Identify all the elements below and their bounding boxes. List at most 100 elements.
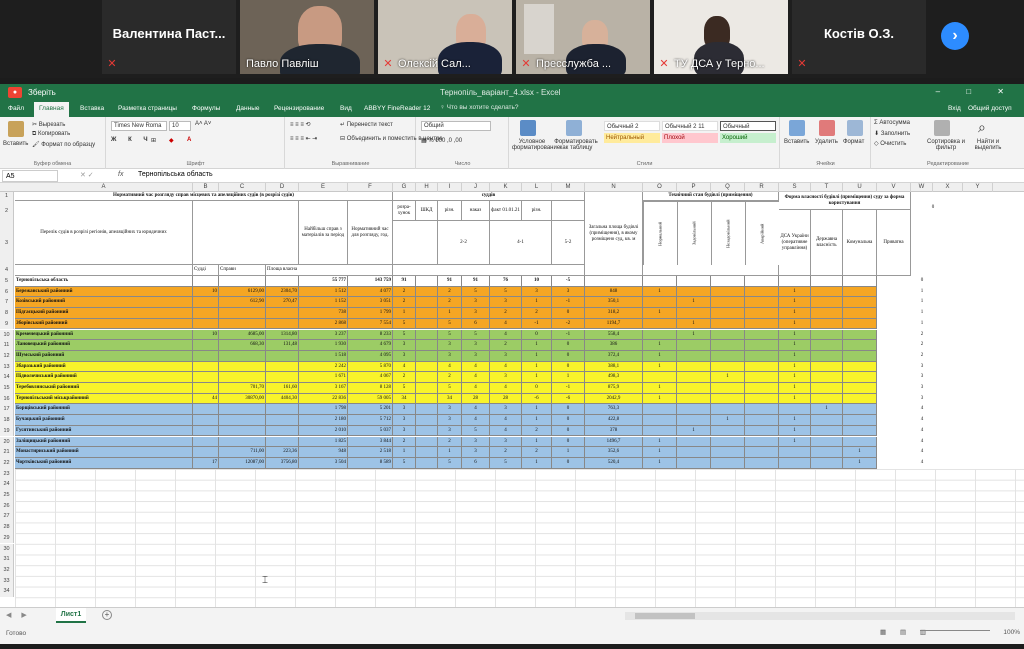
cell-f14[interactable]: 4 067 xyxy=(348,372,393,383)
cell-r11[interactable] xyxy=(745,340,779,351)
align-left-icons[interactable]: ≡ ≡ ≡ ⇤ ⇥ xyxy=(290,135,317,142)
fill-button[interactable]: ⬇ Заполнить xyxy=(874,130,910,137)
cancel-confirm-icons[interactable]: ✕ ✓ xyxy=(80,171,94,179)
cell-h10[interactable] xyxy=(416,329,438,341)
table-row[interactable]: Лановецький районний 668,30 131,48 1 930 4 6… xyxy=(15,340,923,351)
share-button[interactable]: Общий доступ xyxy=(968,105,1012,112)
cell-o8[interactable]: 1 xyxy=(643,308,677,319)
cell-r21[interactable] xyxy=(745,447,779,458)
style-neutral[interactable]: Нейтральный xyxy=(604,133,660,143)
cell-a18[interactable]: Бучацький районний xyxy=(15,415,193,426)
delete-cells-icon[interactable] xyxy=(819,120,835,136)
cell-j21[interactable]: 3 xyxy=(462,447,490,458)
style-normal[interactable]: Обычный xyxy=(720,121,776,131)
cell-f16[interactable]: 59 005 xyxy=(348,393,393,405)
cell-n21[interactable]: 352,6 xyxy=(585,447,643,458)
cell-e22[interactable]: 3 504 xyxy=(299,457,348,469)
cell-i17[interactable]: 3 xyxy=(438,404,462,416)
window-controls[interactable]: – □ ✕ xyxy=(936,87,1016,96)
cell-w21[interactable]: 4 xyxy=(911,447,933,458)
table-row[interactable]: Заліщицький районний 1 825 3 844 2 2 3 3 1 0 1496… xyxy=(15,436,923,448)
cell-u14[interactable] xyxy=(843,372,877,383)
cell-o10[interactable] xyxy=(643,329,677,341)
cell-q14[interactable]: 1 xyxy=(711,372,745,383)
cell-r18[interactable] xyxy=(745,415,779,426)
cell-k19[interactable]: 4 xyxy=(490,425,522,437)
cell-k11[interactable]: 2 xyxy=(490,340,522,351)
cell-m20[interactable]: 0 xyxy=(552,436,585,448)
table-row[interactable]: Козівський районний 612,90 270,47 1 152 3 05… xyxy=(15,297,923,309)
cell-p18[interactable] xyxy=(677,415,711,426)
cell-d21[interactable]: 223,36 xyxy=(266,447,299,458)
row-header-29[interactable]: 29 xyxy=(0,532,14,544)
cell-u5[interactable] xyxy=(843,276,877,287)
cell-q22[interactable] xyxy=(711,457,745,469)
cell-j10[interactable]: 5 xyxy=(462,329,490,341)
cell-i21[interactable]: 1 xyxy=(438,447,462,458)
cell-b6[interactable]: 10 xyxy=(193,286,219,298)
zoom-slider[interactable] xyxy=(920,630,990,631)
table-row[interactable]: Шумський районний 1 518 4 095 3 3 3 3 1 0 372,4 1 1… xyxy=(15,350,923,362)
cell-f13[interactable]: 5 870 xyxy=(348,361,393,373)
table-row[interactable]: Збаразький районний 2 242 5 870 4 4 4 4 1 0 388,1… xyxy=(15,361,923,373)
cell-t18[interactable] xyxy=(811,415,843,426)
cell-b22[interactable]: 17 xyxy=(193,457,219,469)
cell-s9[interactable]: 1 xyxy=(779,318,811,330)
cell-m10[interactable]: -1 xyxy=(552,329,585,341)
cell-t5[interactable] xyxy=(811,276,843,287)
horizontal-scrollbar[interactable] xyxy=(625,612,1015,620)
cell-w15[interactable]: 3 xyxy=(911,383,933,394)
cell-d13[interactable] xyxy=(266,361,299,373)
cell-w13[interactable]: 3 xyxy=(911,362,933,373)
cell-s21[interactable] xyxy=(779,447,811,458)
cell-a20[interactable]: Заліщицький районний xyxy=(15,436,193,448)
cell-w11[interactable]: 2 xyxy=(911,340,933,351)
cell-b11[interactable] xyxy=(193,340,219,351)
cell-j8[interactable]: 3 xyxy=(462,308,490,319)
table-row[interactable]: Борщівський районний 1 798 5 201 3 3 4 3 1 0 763,… xyxy=(15,404,923,416)
cell-i13[interactable]: 4 xyxy=(438,361,462,373)
cell-u17[interactable] xyxy=(843,404,877,416)
cell-f7[interactable]: 3 051 xyxy=(348,297,393,309)
row-header-17[interactable]: 17 xyxy=(0,404,14,416)
cell-b16[interactable]: 44 xyxy=(193,393,219,405)
cell-f17[interactable]: 5 201 xyxy=(348,404,393,416)
cell-h13[interactable] xyxy=(416,361,438,373)
cell-w10[interactable]: 2 xyxy=(911,330,933,341)
column-header-i[interactable]: I xyxy=(438,183,462,192)
conditional-format-icon[interactable] xyxy=(520,120,536,136)
cell-m13[interactable]: 0 xyxy=(552,361,585,373)
cell-r14[interactable] xyxy=(745,372,779,383)
cell-a22[interactable]: Чортківський районний xyxy=(15,457,193,469)
cell-o5[interactable] xyxy=(643,276,677,287)
cut-button[interactable]: ✂ Вырезать xyxy=(32,121,65,128)
style-normal-2[interactable]: Обычный 2 xyxy=(604,121,660,131)
cell-g7[interactable]: 2 xyxy=(393,297,416,309)
column-header-q[interactable]: Q xyxy=(711,183,745,192)
row-header-27[interactable]: 27 xyxy=(0,511,14,523)
cell-b12[interactable] xyxy=(193,350,219,362)
cell-b14[interactable] xyxy=(193,372,219,383)
cell-c18[interactable] xyxy=(219,415,266,426)
cell-w18[interactable]: 4 xyxy=(911,415,933,426)
cell-m17[interactable]: 0 xyxy=(552,404,585,416)
cell-m18[interactable]: 0 xyxy=(552,415,585,426)
cell-b13[interactable] xyxy=(193,361,219,373)
cell-d18[interactable] xyxy=(266,415,299,426)
cell-k9[interactable]: 4 xyxy=(490,318,522,330)
table-row[interactable]: Бережанський районний 10 6129,00 2304,70 1 5… xyxy=(15,286,923,298)
cell-h21[interactable] xyxy=(416,447,438,458)
tab-review[interactable]: Рецензирование xyxy=(274,105,324,112)
cell-h18[interactable] xyxy=(416,415,438,426)
cell-p19[interactable]: 1 xyxy=(677,425,711,437)
cell-w16[interactable]: 3 xyxy=(911,394,933,405)
column-header-y[interactable]: Y xyxy=(963,183,993,192)
cell-m5[interactable]: -5 xyxy=(552,276,585,287)
cell-d5[interactable] xyxy=(266,276,299,287)
font-name-select[interactable]: Times New Roma xyxy=(111,121,167,131)
cell-q6[interactable] xyxy=(711,286,745,298)
cell-c8[interactable] xyxy=(219,308,266,319)
cell-p14[interactable] xyxy=(677,372,711,383)
cell-q11[interactable] xyxy=(711,340,745,351)
row-header-8[interactable]: 8 xyxy=(0,308,14,319)
